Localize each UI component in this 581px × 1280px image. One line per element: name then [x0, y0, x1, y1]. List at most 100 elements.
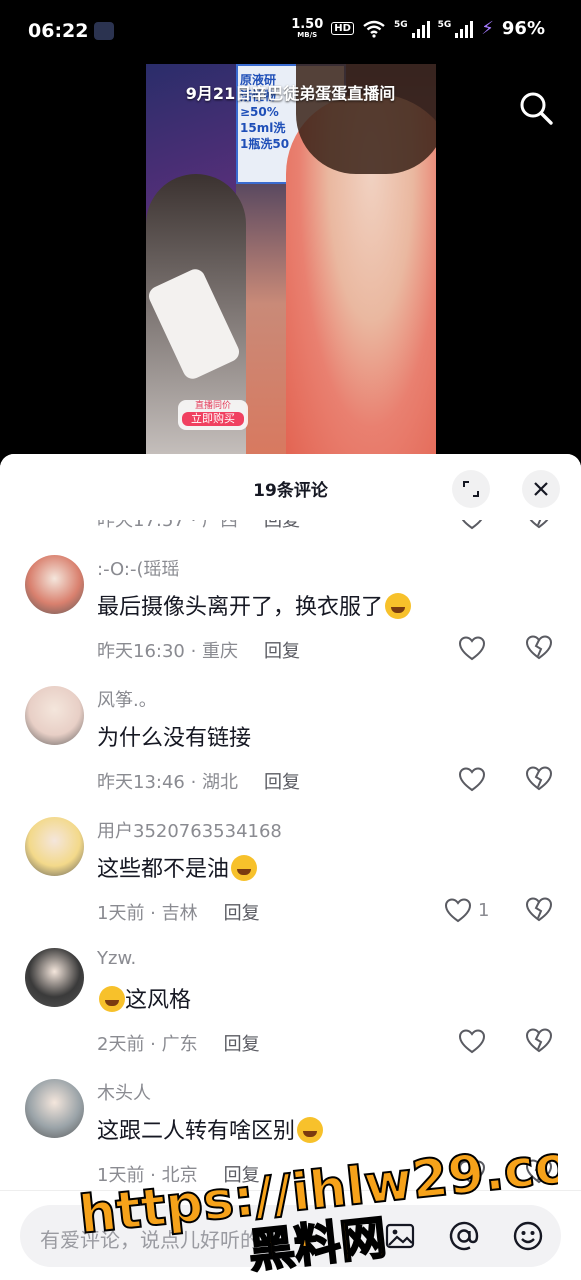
broken-heart-icon: [525, 766, 553, 791]
user-avatar[interactable]: [25, 555, 84, 614]
heart-icon: [444, 898, 472, 923]
hd-voice-badge: HD: [331, 22, 354, 35]
meta-separator: ·: [184, 772, 203, 793]
comment-time: 昨天16:30: [97, 641, 185, 662]
buy-now-badge[interactable]: 直播同价 立即购买: [178, 400, 248, 430]
comment-username[interactable]: :-O:-(瑶瑶: [97, 555, 180, 581]
comment-meta: 2天前 · 广东 回复: [97, 1030, 260, 1056]
laughing-emoji-icon: [231, 855, 258, 881]
comment-text: 最后摄像头离开了，换衣服了: [97, 589, 412, 621]
meta-separator: ·: [184, 641, 203, 662]
expand-button[interactable]: [452, 470, 490, 508]
dislike-button[interactable]: [525, 1158, 553, 1186]
search-icon[interactable]: [518, 90, 554, 126]
meta-separator: ·: [144, 1034, 162, 1055]
comment-meta: 昨天13:46 · 湖北 回复: [97, 768, 300, 794]
like-button[interactable]: [458, 1158, 486, 1186]
dislike-button[interactable]: [525, 634, 553, 662]
comment-time: 1天前: [97, 903, 145, 924]
heart-icon: [458, 1160, 486, 1185]
meta-separator: ·: [144, 1165, 162, 1186]
emoji-icon[interactable]: [512, 1220, 544, 1252]
like-button[interactable]: [458, 634, 486, 662]
comment-time: 2天前: [97, 1034, 145, 1055]
comment-meta: 1天前 · 北京 回复: [97, 1161, 260, 1187]
user-avatar[interactable]: [25, 1079, 84, 1138]
laughing-emoji-icon: [297, 1117, 324, 1143]
buy-now-button[interactable]: 立即购买: [182, 412, 244, 426]
laughing-emoji-icon: [99, 986, 125, 1012]
comment-meta: 1天前 · 吉林 回复: [97, 899, 260, 925]
broken-heart-icon: [525, 1159, 553, 1184]
reply-button[interactable]: 回复: [224, 903, 260, 924]
user-avatar[interactable]: [25, 948, 84, 1007]
reply-button[interactable]: 回复: [224, 1034, 260, 1055]
network-speed-unit: MB/S: [297, 31, 318, 39]
sim2-network-label: 5G: [437, 19, 452, 30]
comment-username[interactable]: Yzw.: [97, 948, 136, 969]
comment-sheet-header: 19条评论: [0, 454, 581, 520]
heart-icon: [458, 1029, 486, 1054]
close-button[interactable]: [522, 470, 560, 508]
status-indicators: 1.50 MB/S HD 5G 5G ⚡ 96%: [291, 18, 545, 39]
comment-location: 广东: [161, 1034, 198, 1055]
reply-button[interactable]: 回复: [224, 1165, 260, 1186]
user-avatar[interactable]: [25, 817, 84, 876]
comment-username[interactable]: 风筝.。: [97, 686, 157, 712]
comment-input-bar: 有爱评论，说点儿好听的~: [0, 1190, 581, 1280]
user-avatar[interactable]: [25, 686, 84, 745]
signal-icon-sim1: 5G: [394, 20, 430, 38]
status-bar: 06:22 1.50 MB/S HD 5G 5G ⚡ 96%: [0, 0, 581, 64]
status-time: 06:22: [28, 20, 89, 42]
heart-icon: [458, 636, 486, 661]
comment-text-content: 这跟二人转有啥区别: [97, 1119, 296, 1144]
comment-text: 这风格: [97, 982, 191, 1014]
comment-meta: 昨天16:30 · 重庆 回复: [97, 637, 300, 663]
dislike-button[interactable]: [525, 896, 553, 924]
reply-button[interactable]: 回复: [264, 641, 300, 662]
comment-count-title: 19条评论: [253, 481, 328, 501]
live-room-title: 9月21日辛巴徒弟蛋蛋直播间: [185, 84, 396, 103]
live-video-area[interactable]: 原液研 活性物 ≥50% 15ml洗 1瓶洗50 9月21日辛巴徒弟蛋蛋直播间 …: [0, 64, 581, 464]
meta-separator: ·: [144, 903, 162, 924]
like-button[interactable]: 1: [444, 896, 489, 924]
comment-sheet: 昨天17:57 · 广西 回复:-O:-(瑶瑶 最后摄像头离开了，换衣服了 昨天16:…: [0, 454, 581, 1280]
comment-text-content: 最后摄像头离开了，换衣服了: [97, 595, 384, 620]
laughing-emoji-icon: [385, 593, 412, 619]
wifi-icon: [363, 20, 385, 38]
comment-item[interactable]: 木头人这跟二人转有啥区别 1天前 · 北京 回复: [0, 1065, 581, 1196]
comment-text-content: 这些都不是油: [97, 857, 230, 882]
heart-icon: [458, 767, 486, 792]
dislike-button[interactable]: [525, 765, 553, 793]
dislike-button[interactable]: [525, 1027, 553, 1055]
comment-location: 湖北: [202, 772, 239, 793]
comment-time: 昨天13:46: [97, 772, 185, 793]
comment-item[interactable]: Yzw. 这风格 2天前 · 广东 回复: [0, 934, 581, 1065]
comment-text-content: 为什么没有链接: [97, 726, 252, 751]
buy-badge-caption: 直播同价: [194, 401, 231, 411]
reply-button[interactable]: 回复: [264, 772, 300, 793]
battery-percentage: 96%: [501, 18, 545, 39]
comment-item[interactable]: 用户3520763534168 这些都不是油 1天前 · 吉林 回复 1: [0, 803, 581, 934]
comment-input[interactable]: 有爱评论，说点儿好听的~: [20, 1205, 561, 1267]
comment-text: 为什么没有链接: [97, 720, 251, 752]
like-button[interactable]: [458, 1027, 486, 1055]
comment-username[interactable]: 用户3520763534168: [97, 817, 282, 843]
mention-icon[interactable]: [448, 1220, 480, 1252]
notification-app-icon: [94, 22, 114, 40]
comment-item[interactable]: 风筝.。为什么没有链接昨天13:46 · 湖北 回复: [0, 672, 581, 803]
comment-text: 这些都不是油: [97, 851, 258, 883]
comment-text-content: 这风格: [125, 988, 192, 1013]
image-icon[interactable]: [384, 1220, 416, 1252]
broken-heart-icon: [525, 1028, 553, 1053]
comment-location: 重庆: [202, 641, 239, 662]
comment-text: 这跟二人转有啥区别: [97, 1113, 324, 1145]
like-button[interactable]: [458, 765, 486, 793]
comment-username[interactable]: 木头人: [97, 1079, 151, 1105]
signal-icon-sim2: 5G: [438, 20, 474, 38]
expand-icon: [463, 481, 479, 497]
sim1-network-label: 5G: [393, 19, 408, 30]
comment-time: 1天前: [97, 1165, 145, 1186]
comment-item[interactable]: :-O:-(瑶瑶最后摄像头离开了，换衣服了昨天16:30 · 重庆 回复: [0, 541, 581, 672]
close-icon: [534, 482, 548, 496]
